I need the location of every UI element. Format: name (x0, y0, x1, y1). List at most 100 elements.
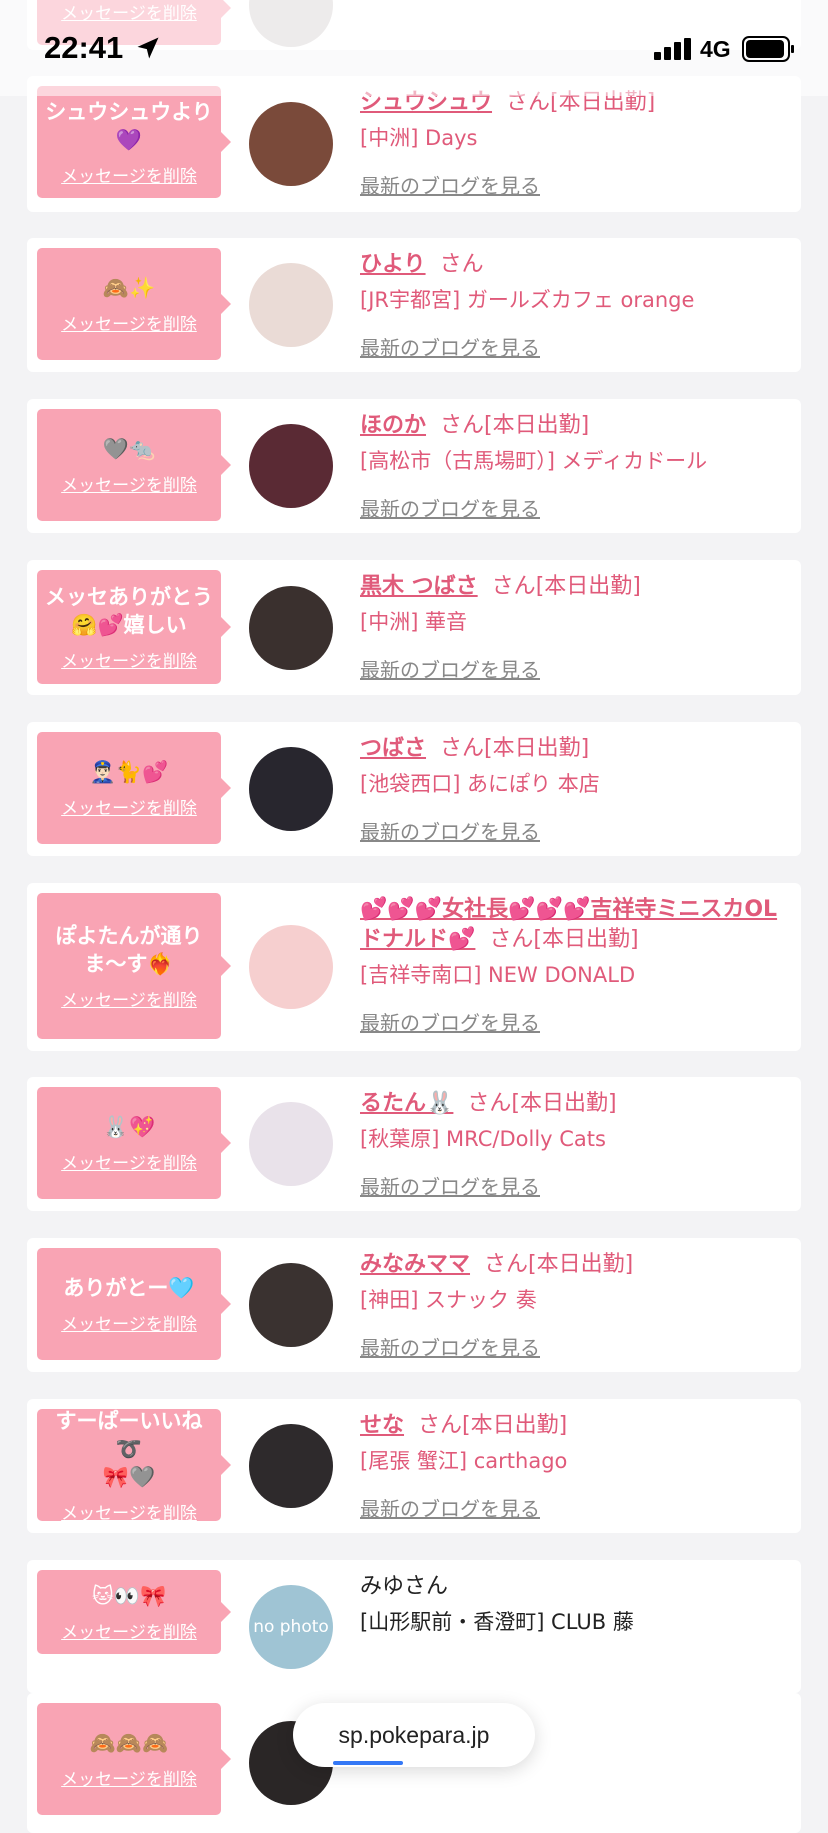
latest-blog-link[interactable]: 最新のブログを見る (360, 1332, 791, 1361)
attendance-status: [本日出勤] (528, 1252, 634, 1277)
latest-blog-link[interactable]: 最新のブログを見る (360, 493, 791, 522)
message-bubble: メッセありがとう 🤗💕嬉しい メッセージを削除 (37, 570, 231, 684)
message-card: 🙈✨ メッセージを削除 ひより さん [JR宇都宮] ガールズカフェ orange… (27, 238, 801, 372)
message-text: ありがとー🩵 (63, 1275, 195, 1300)
attendance-status: [本日出勤] (511, 1091, 617, 1116)
cast-name-link[interactable]: るたん🐰 (360, 1091, 453, 1116)
message-text: 🐱👀🎀 (91, 1583, 167, 1608)
avatar[interactable] (249, 1263, 333, 1347)
attendance-status: [本日出勤] (533, 927, 639, 952)
message-text: 🩶🐀 (102, 436, 156, 461)
name-line: みなみママ さん[本日出勤] (360, 1250, 791, 1280)
cast-info: シュウシュウ さん[本日出勤] [中洲] Days 最新のブログを見る (360, 88, 791, 199)
attendance-status: [本日出勤] (484, 413, 590, 438)
message-card: 🩶🐀 メッセージを削除 ほのか さん[本日出勤] [高松市（古馬場町）] メディカ… (27, 399, 801, 533)
cast-name-link[interactable]: ほのか (360, 413, 426, 438)
latest-blog-link[interactable]: 最新のブログを見る (360, 816, 791, 845)
message-bubble: 🙈✨ メッセージを削除 (37, 248, 231, 360)
message-bubble: 🙈🙈🙈 メッセージを削除 (37, 1703, 231, 1815)
delete-message-link[interactable]: メッセージを削除 (61, 471, 197, 496)
honorific: さん (440, 736, 485, 761)
cast-name-link[interactable]: せな (360, 1413, 404, 1438)
shop-name: [山形駅前・香澄町] CLUB 藤 (360, 1610, 634, 1634)
delete-message-link[interactable]: メッセージを削除 (61, 1310, 197, 1335)
avatar[interactable] (249, 1424, 333, 1508)
delete-message-link[interactable]: メッセージを削除 (61, 1765, 197, 1790)
status-time: 22:41 (44, 30, 124, 65)
shop-name: [神田] スナック 奏 (360, 1288, 537, 1312)
cast-info: みゆさん [山形駅前・香澄町] CLUB 藤 (360, 1572, 791, 1636)
delete-message-link[interactable]: メッセージを削除 (61, 162, 197, 187)
delete-message-link[interactable]: メッセージを削除 (61, 310, 197, 335)
latest-blog-link[interactable]: 最新のブログを見る (360, 332, 791, 361)
latest-blog-link[interactable]: 最新のブログを見る (360, 1007, 791, 1036)
message-text: ぽよたんが通り ま〜す❤️‍🔥 (55, 923, 203, 976)
honorific: さん (439, 252, 484, 277)
message-bubble: 👮🏻‍♂️🐈💕 メッセージを削除 (37, 732, 231, 844)
latest-blog-link[interactable]: 最新のブログを見る (360, 1493, 791, 1522)
message-text: 🙈✨ (102, 275, 156, 300)
browser-url-bar[interactable]: sp.pokepara.jp (293, 1703, 535, 1767)
attendance-status: [本日出勤] (462, 1413, 568, 1438)
shop-name: [中洲] Days (360, 126, 478, 150)
latest-blog-link[interactable]: 最新のブログを見る (360, 1171, 791, 1200)
message-bubble: 🩶🐀 メッセージを削除 (37, 409, 231, 521)
message-bubble: すーぱーいいね➰ 🎀🩶 メッセージを削除 (37, 1409, 231, 1524)
avatar[interactable] (249, 102, 333, 186)
delete-message-link[interactable]: メッセージを削除 (61, 1618, 197, 1643)
message-text: 👮🏻‍♂️🐈💕 (89, 759, 169, 784)
message-card: 👮🏻‍♂️🐈💕 メッセージを削除 つばさ さん[本日出勤] [池袋西口] あにぽり… (27, 722, 801, 856)
name-line: つばさ さん[本日出勤] (360, 734, 791, 764)
avatar[interactable] (249, 747, 333, 831)
cast-name-link[interactable]: 黒木 つばさ (360, 574, 478, 599)
message-card: 🐰💖 メッセージを削除 るたん🐰 さん[本日出勤] [秋葉原] MRC/Dolly… (27, 1077, 801, 1211)
message-card: メッセありがとう 🤗💕嬉しい メッセージを削除 黒木 つばさ さん[本日出勤] [… (27, 560, 801, 695)
name-line: ひより さん (360, 250, 791, 280)
avatar[interactable] (249, 1102, 333, 1186)
delete-message-link[interactable]: メッセージを削除 (61, 794, 197, 819)
delete-message-link[interactable]: メッセージを削除 (61, 647, 197, 672)
cast-name-link[interactable]: ひより (360, 252, 426, 277)
message-text: シュウシュウより 💜 (45, 99, 213, 152)
cast-info: るたん🐰 さん[本日出勤] [秋葉原] MRC/Dolly Cats 最新のブログ… (360, 1089, 791, 1200)
cast-name: みゆさん (360, 1574, 449, 1599)
honorific: さん (489, 927, 534, 952)
avatar[interactable]: no photo (249, 1584, 333, 1669)
latest-blog-link[interactable]: 最新のブログを見る (360, 654, 791, 683)
shop-name: [中洲] 華音 (360, 610, 468, 634)
message-bubble: ぽよたんが通り ま〜す❤️‍🔥 メッセージを削除 (37, 893, 231, 1039)
cast-info: 💕💕💕女社長💕💕💕吉祥寺ミニスカOLドナルド💕 さん[本日出勤] [吉祥寺南口] … (360, 895, 791, 1036)
avatar[interactable] (249, 585, 333, 670)
latest-blog-link[interactable]: 最新のブログを見る (360, 170, 791, 199)
honorific: さん (484, 1252, 529, 1277)
location-arrow-icon (137, 37, 159, 59)
message-text: メッセありがとう 🤗💕嬉しい (45, 584, 213, 637)
delete-message-link[interactable]: メッセージを削除 (61, 986, 197, 1011)
avatar[interactable] (249, 424, 333, 508)
message-bubble: シュウシュウより 💜 メッセージを削除 (37, 86, 231, 198)
cellular-signal-icon (654, 38, 691, 60)
delete-message-link[interactable]: メッセージを削除 (61, 1149, 197, 1174)
cast-info: せな さん[本日出勤] [尾張 蟹江] carthago 最新のブログを見る (360, 1411, 791, 1522)
page-load-progress (333, 1761, 403, 1765)
message-card: 🐱👀🎀 メッセージを削除 no photo みゆさん [山形駅前・香澄町] CL… (27, 1560, 801, 1693)
cast-info: みなみママ さん[本日出勤] [神田] スナック 奏 最新のブログを見る (360, 1250, 791, 1361)
message-bubble: ありがとー🩵 メッセージを削除 (37, 1248, 231, 1360)
delete-message-link[interactable]: メッセージを削除 (61, 1499, 197, 1524)
avatar[interactable] (249, 263, 333, 347)
cast-info: 黒木 つばさ さん[本日出勤] [中洲] 華音 最新のブログを見る (360, 572, 791, 683)
shop-name: [吉祥寺南口] NEW DONALD (360, 963, 636, 987)
cast-name-link[interactable]: みなみママ (360, 1252, 470, 1277)
avatar-placeholder-text: no photo (253, 1616, 329, 1637)
message-card: ありがとー🩵 メッセージを削除 みなみママ さん[本日出勤] [神田] スナック … (27, 1238, 801, 1372)
network-type: 4G (700, 36, 731, 62)
cast-info: ほのか さん[本日出勤] [高松市（古馬場町）] メディカドール 最新のブログを見… (360, 411, 791, 522)
honorific: さん (491, 574, 536, 599)
message-text: 🙈🙈🙈 (89, 1730, 169, 1755)
shop-name: [池袋西口] あにぽり 本店 (360, 772, 600, 796)
cast-name-link[interactable]: つばさ (360, 736, 426, 761)
message-card: すーぱーいいね➰ 🎀🩶 メッセージを削除 せな さん[本日出勤] [尾張 蟹江] … (27, 1399, 801, 1533)
avatar[interactable] (249, 925, 333, 1009)
honorific: さん (440, 413, 485, 438)
message-card: シュウシュウより 💜 メッセージを削除 シュウシュウ さん[本日出勤] [中洲] … (27, 76, 801, 212)
